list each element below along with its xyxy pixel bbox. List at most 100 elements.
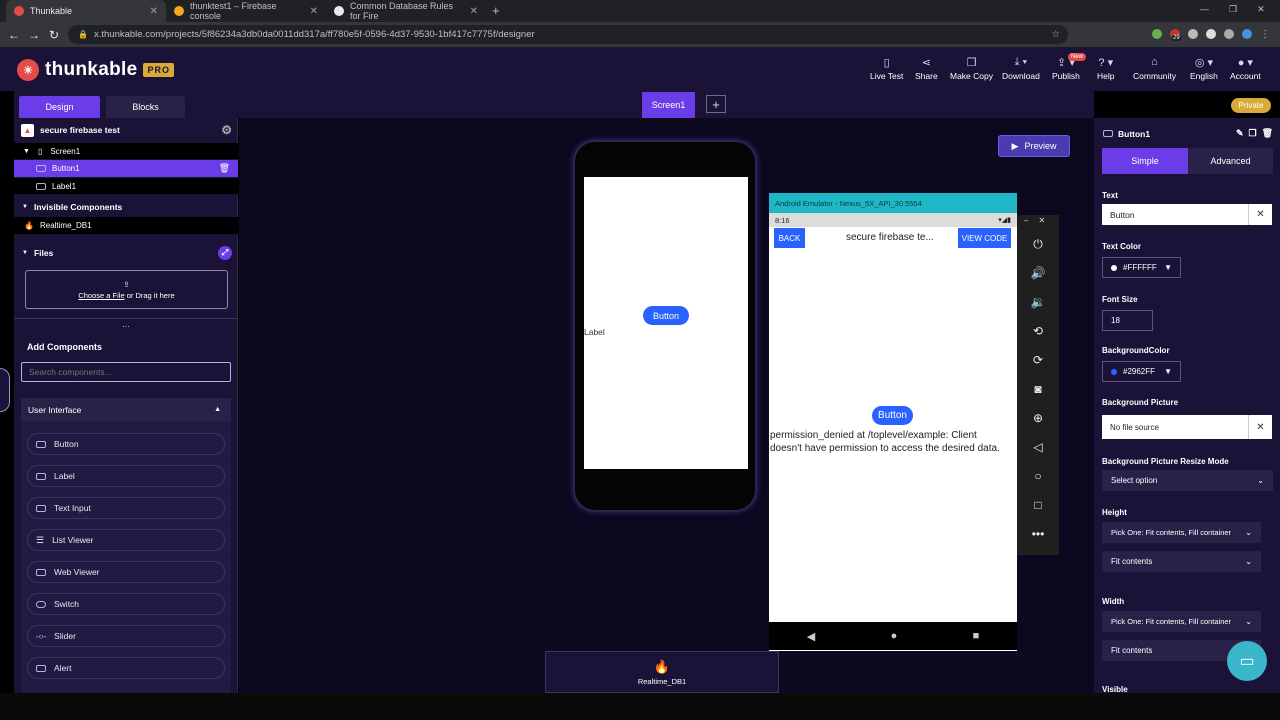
canvas-button1[interactable]: Button <box>643 306 689 325</box>
component-alert[interactable]: Alert <box>27 657 225 679</box>
category-user-interface[interactable]: User Interface ▲ <box>21 398 231 421</box>
bookmark-star-icon[interactable]: ☆ <box>1051 29 1060 40</box>
rotate-right-icon[interactable]: ⟳ <box>1033 351 1043 369</box>
caret-down-icon[interactable]: ▼ <box>22 204 28 210</box>
emulator-title-bar[interactable]: Android Emulator - Nexus_5X_API_30:5554 <box>769 193 1017 213</box>
panel-resize-handle[interactable]: ... <box>14 318 238 330</box>
add-screen-button[interactable]: + <box>706 95 726 113</box>
browser-tab-firebase[interactable]: thunktest1 – Firebase console ✕ <box>166 0 326 22</box>
background-picture-field[interactable]: No file source <box>1102 415 1248 439</box>
url-field[interactable]: 🔒 x.thunkable.com/projects/5f86234a3db0d… <box>68 25 1068 44</box>
background-color-picker[interactable]: #2962FF ▼ <box>1102 361 1181 382</box>
tab-advanced[interactable]: Advanced <box>1188 148 1273 174</box>
tab-design[interactable]: Design <box>19 96 100 118</box>
height-value-select[interactable]: Fit contents ⌄ <box>1102 551 1261 572</box>
thunkable-logo[interactable]: ☀ thunkable PRO <box>17 59 174 81</box>
trash-icon[interactable]: 🗑 <box>219 163 230 174</box>
language-button[interactable]: ◎ ▾ English <box>1190 56 1218 81</box>
home-icon[interactable]: ○ <box>1034 467 1041 485</box>
download-button[interactable]: ⤓ ▾ Download <box>1002 56 1040 81</box>
extension-icon[interactable] <box>1188 29 1198 39</box>
live-test-button[interactable]: ▯ Live Test <box>870 56 903 81</box>
tab-simple[interactable]: Simple <box>1102 148 1188 174</box>
width-mode-select[interactable]: Pick One: Fit contents, Fill container ⌄ <box>1102 611 1261 632</box>
overview-icon[interactable]: □ <box>1034 496 1041 514</box>
text-color-picker[interactable]: #FFFFFF ▼ <box>1102 257 1181 278</box>
more-icon[interactable]: ••• <box>1032 525 1045 543</box>
invisible-components-header[interactable]: ▼ Invisible Components <box>14 199 238 215</box>
font-size-input[interactable]: 18 <box>1102 310 1153 331</box>
close-tab-icon[interactable]: ✕ <box>310 6 318 17</box>
tree-item-button1[interactable]: Button1 🗑 <box>14 160 238 177</box>
component-web-viewer[interactable]: Web Viewer <box>27 561 225 583</box>
tree-item-realtime-db1[interactable]: 🔥 Realtime_DB1 <box>14 217 238 234</box>
chat-support-icon[interactable]: ▭ <box>1227 641 1267 681</box>
close-tab-icon[interactable]: ✕ <box>150 6 158 17</box>
canvas-label1[interactable]: Label <box>584 327 605 337</box>
community-button[interactable]: ⌂ Community <box>1133 56 1176 81</box>
emulator-close-icon[interactable]: ✕ <box>1038 216 1045 225</box>
browser-tab-github[interactable]: Common Database Rules for Fire ✕ <box>326 0 486 22</box>
files-header[interactable]: ▼ Files ⤢ <box>14 245 238 261</box>
search-components-input[interactable] <box>21 362 231 382</box>
edit-files-icon[interactable]: ⤢ <box>218 246 232 260</box>
nav-home-icon[interactable]: ● <box>891 630 898 642</box>
choose-file-link[interactable]: Choose a File <box>78 291 124 300</box>
component-slider[interactable]: -○- Slider <box>27 625 225 647</box>
forward-arrow-icon[interactable]: → <box>24 28 44 42</box>
component-text-input[interactable]: Text Input <box>27 497 225 519</box>
menu-dots-icon[interactable]: ⋮ <box>1260 29 1270 40</box>
extension-badge-icon[interactable]: 29 <box>1170 29 1181 41</box>
clear-picture-icon[interactable]: ✕ <box>1248 415 1272 439</box>
reload-icon[interactable]: ↻ <box>44 28 64 42</box>
side-collapse-tab[interactable] <box>0 368 10 412</box>
make-copy-button[interactable]: ❐ Make Copy <box>950 56 993 81</box>
height-mode-select[interactable]: Pick One: Fit contents, Fill container ⌄ <box>1102 522 1261 543</box>
duplicate-icon[interactable]: ❐ <box>1248 128 1256 139</box>
tray-realtime-db1[interactable]: Realtime_DB1 <box>638 677 686 686</box>
close-tab-icon[interactable]: ✕ <box>470 6 478 17</box>
close-window-icon[interactable]: ✕ <box>1257 4 1265 15</box>
tree-item-label1[interactable]: Label1 <box>14 178 238 194</box>
profile-avatar-icon[interactable] <box>1242 29 1252 39</box>
text-property-input[interactable]: Button <box>1102 204 1248 225</box>
nav-back-icon[interactable]: ◀ <box>807 630 815 643</box>
component-label[interactable]: Label <box>27 465 225 487</box>
nav-recents-icon[interactable]: ■ <box>973 630 980 642</box>
account-button[interactable]: ● ▾ Account <box>1230 56 1261 81</box>
trash-icon[interactable]: 🗑 <box>1262 128 1273 139</box>
clear-text-icon[interactable]: ✕ <box>1248 204 1272 225</box>
new-tab-icon[interactable]: + <box>492 3 500 18</box>
component-switch[interactable]: Switch <box>27 593 225 615</box>
back-arrow-icon[interactable]: ← <box>4 28 24 42</box>
extension-icon[interactable] <box>1152 29 1162 39</box>
extension-icon[interactable] <box>1206 29 1216 39</box>
component-button[interactable]: Button <box>27 433 225 455</box>
rotate-left-icon[interactable]: ⟲ <box>1033 322 1043 340</box>
caret-down-icon[interactable]: ▼ <box>23 148 30 155</box>
caret-down-icon[interactable]: ▼ <box>22 250 28 256</box>
resize-mode-select[interactable]: Select option ⌄ <box>1102 470 1273 491</box>
help-button[interactable]: ? ▾ Help <box>1097 56 1114 81</box>
camera-icon[interactable]: ◙ <box>1034 380 1041 398</box>
emulator-view-code-button[interactable]: VIEW CODE <box>958 228 1011 248</box>
chevron-up-icon[interactable]: ▲ <box>214 406 221 413</box>
edit-pencil-icon[interactable]: ✎ <box>1236 128 1244 139</box>
power-icon[interactable]: ⏻ <box>1033 235 1043 253</box>
restore-icon[interactable]: ❐ <box>1229 4 1237 15</box>
volume-down-icon[interactable]: 🔉 <box>1031 293 1046 311</box>
private-badge[interactable]: Private <box>1231 98 1271 113</box>
file-upload-dropzone[interactable]: ⇪ Choose a File or Drag it here <box>25 270 228 309</box>
emulator-button1[interactable]: Button <box>872 406 913 425</box>
settings-gear-icon[interactable]: ⚙ <box>221 123 232 137</box>
tree-item-screen1[interactable]: ▼ ▯ Screen1 <box>14 143 238 159</box>
browser-tab-thunkable[interactable]: Thunkable ✕ <box>6 0 166 22</box>
screen-tab[interactable]: Screen1 <box>642 92 695 118</box>
tab-blocks[interactable]: Blocks <box>106 96 185 118</box>
component-list-viewer[interactable]: ☰ List Viewer <box>27 529 225 551</box>
emulator-minimize-icon[interactable]: – <box>1024 216 1028 225</box>
emulator-back-button[interactable]: BACK <box>774 228 805 248</box>
minimize-icon[interactable]: — <box>1200 4 1209 15</box>
back-icon[interactable]: ◁ <box>1033 438 1042 456</box>
share-button[interactable]: ⋖ Share <box>915 56 938 81</box>
